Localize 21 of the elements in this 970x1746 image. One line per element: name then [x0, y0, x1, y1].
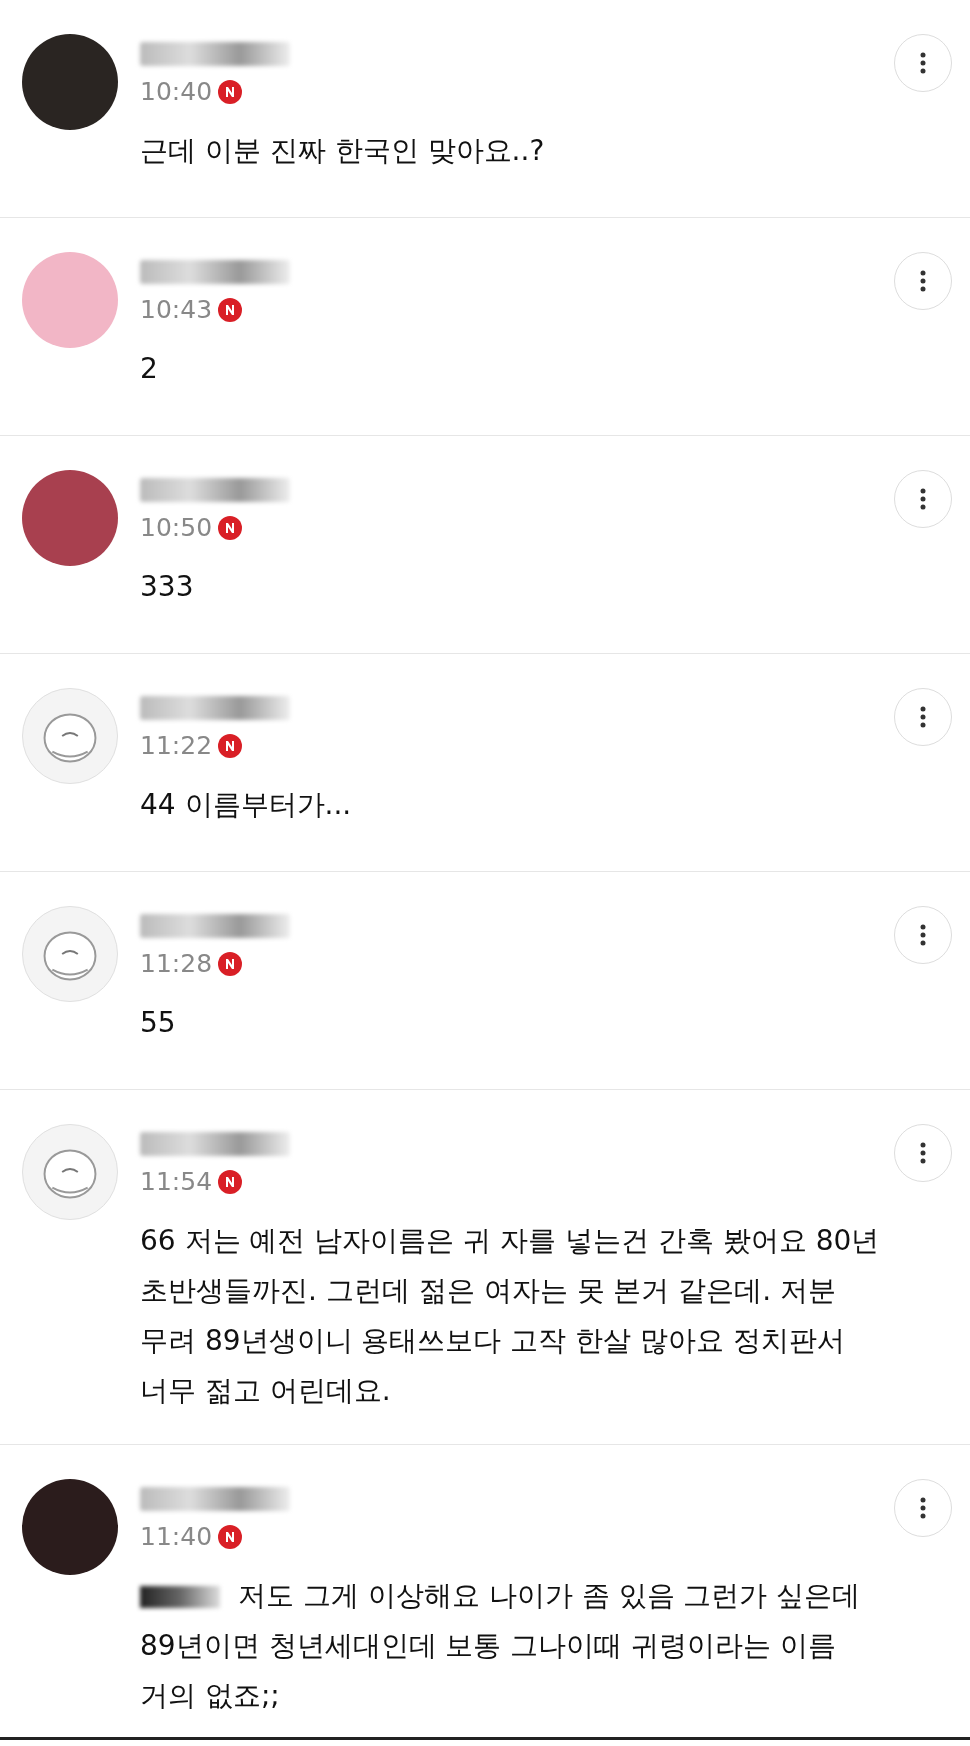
comment-time: 11:40 — [140, 1521, 213, 1554]
comment-time: 11:28 — [140, 948, 213, 981]
comment-text: 333 — [140, 570, 194, 603]
vertical-dots-icon — [920, 488, 926, 510]
vertical-dots-icon — [920, 270, 926, 292]
comment-text: 근데 이분 진짜 한국인 맞아요..? — [140, 134, 545, 167]
comment-text: 66 저는 예전 남자이름은 귀 자를 넣는건 간혹 봤어요 80년 초반생들까진. 그런데 젊은 여자는 못 본거 같은데. 저분 무려 89년생이니 용태쓰보다 고작 한살 많아요 정치판서 너무 젊고 어린데요. — [140, 1224, 880, 1407]
comment-time: 10:50 — [140, 512, 213, 545]
vertical-dots-icon — [920, 1142, 926, 1164]
comment-time: 11:54 — [140, 1166, 213, 1199]
vertical-dots-icon — [920, 924, 926, 946]
vertical-dots-icon — [920, 52, 926, 74]
comment-time: 11:22 — [140, 730, 213, 763]
comment-text: 44 이름부터가... — [140, 788, 352, 821]
comment-text: 55 — [140, 1006, 176, 1039]
comment-time: 10:40 — [140, 76, 213, 109]
vertical-dots-icon — [920, 1497, 926, 1519]
comment-text: 2 — [140, 352, 158, 385]
comment-text: 저도 그게 이상해요 나이가 좀 있음 그런가 싶은데 89년이면 청년세대인데 보통 그나이때 귀령이라는 이름 거의 없죠;; — [140, 1579, 861, 1712]
vertical-dots-icon — [920, 706, 926, 728]
comment-time: 10:43 — [140, 294, 213, 327]
